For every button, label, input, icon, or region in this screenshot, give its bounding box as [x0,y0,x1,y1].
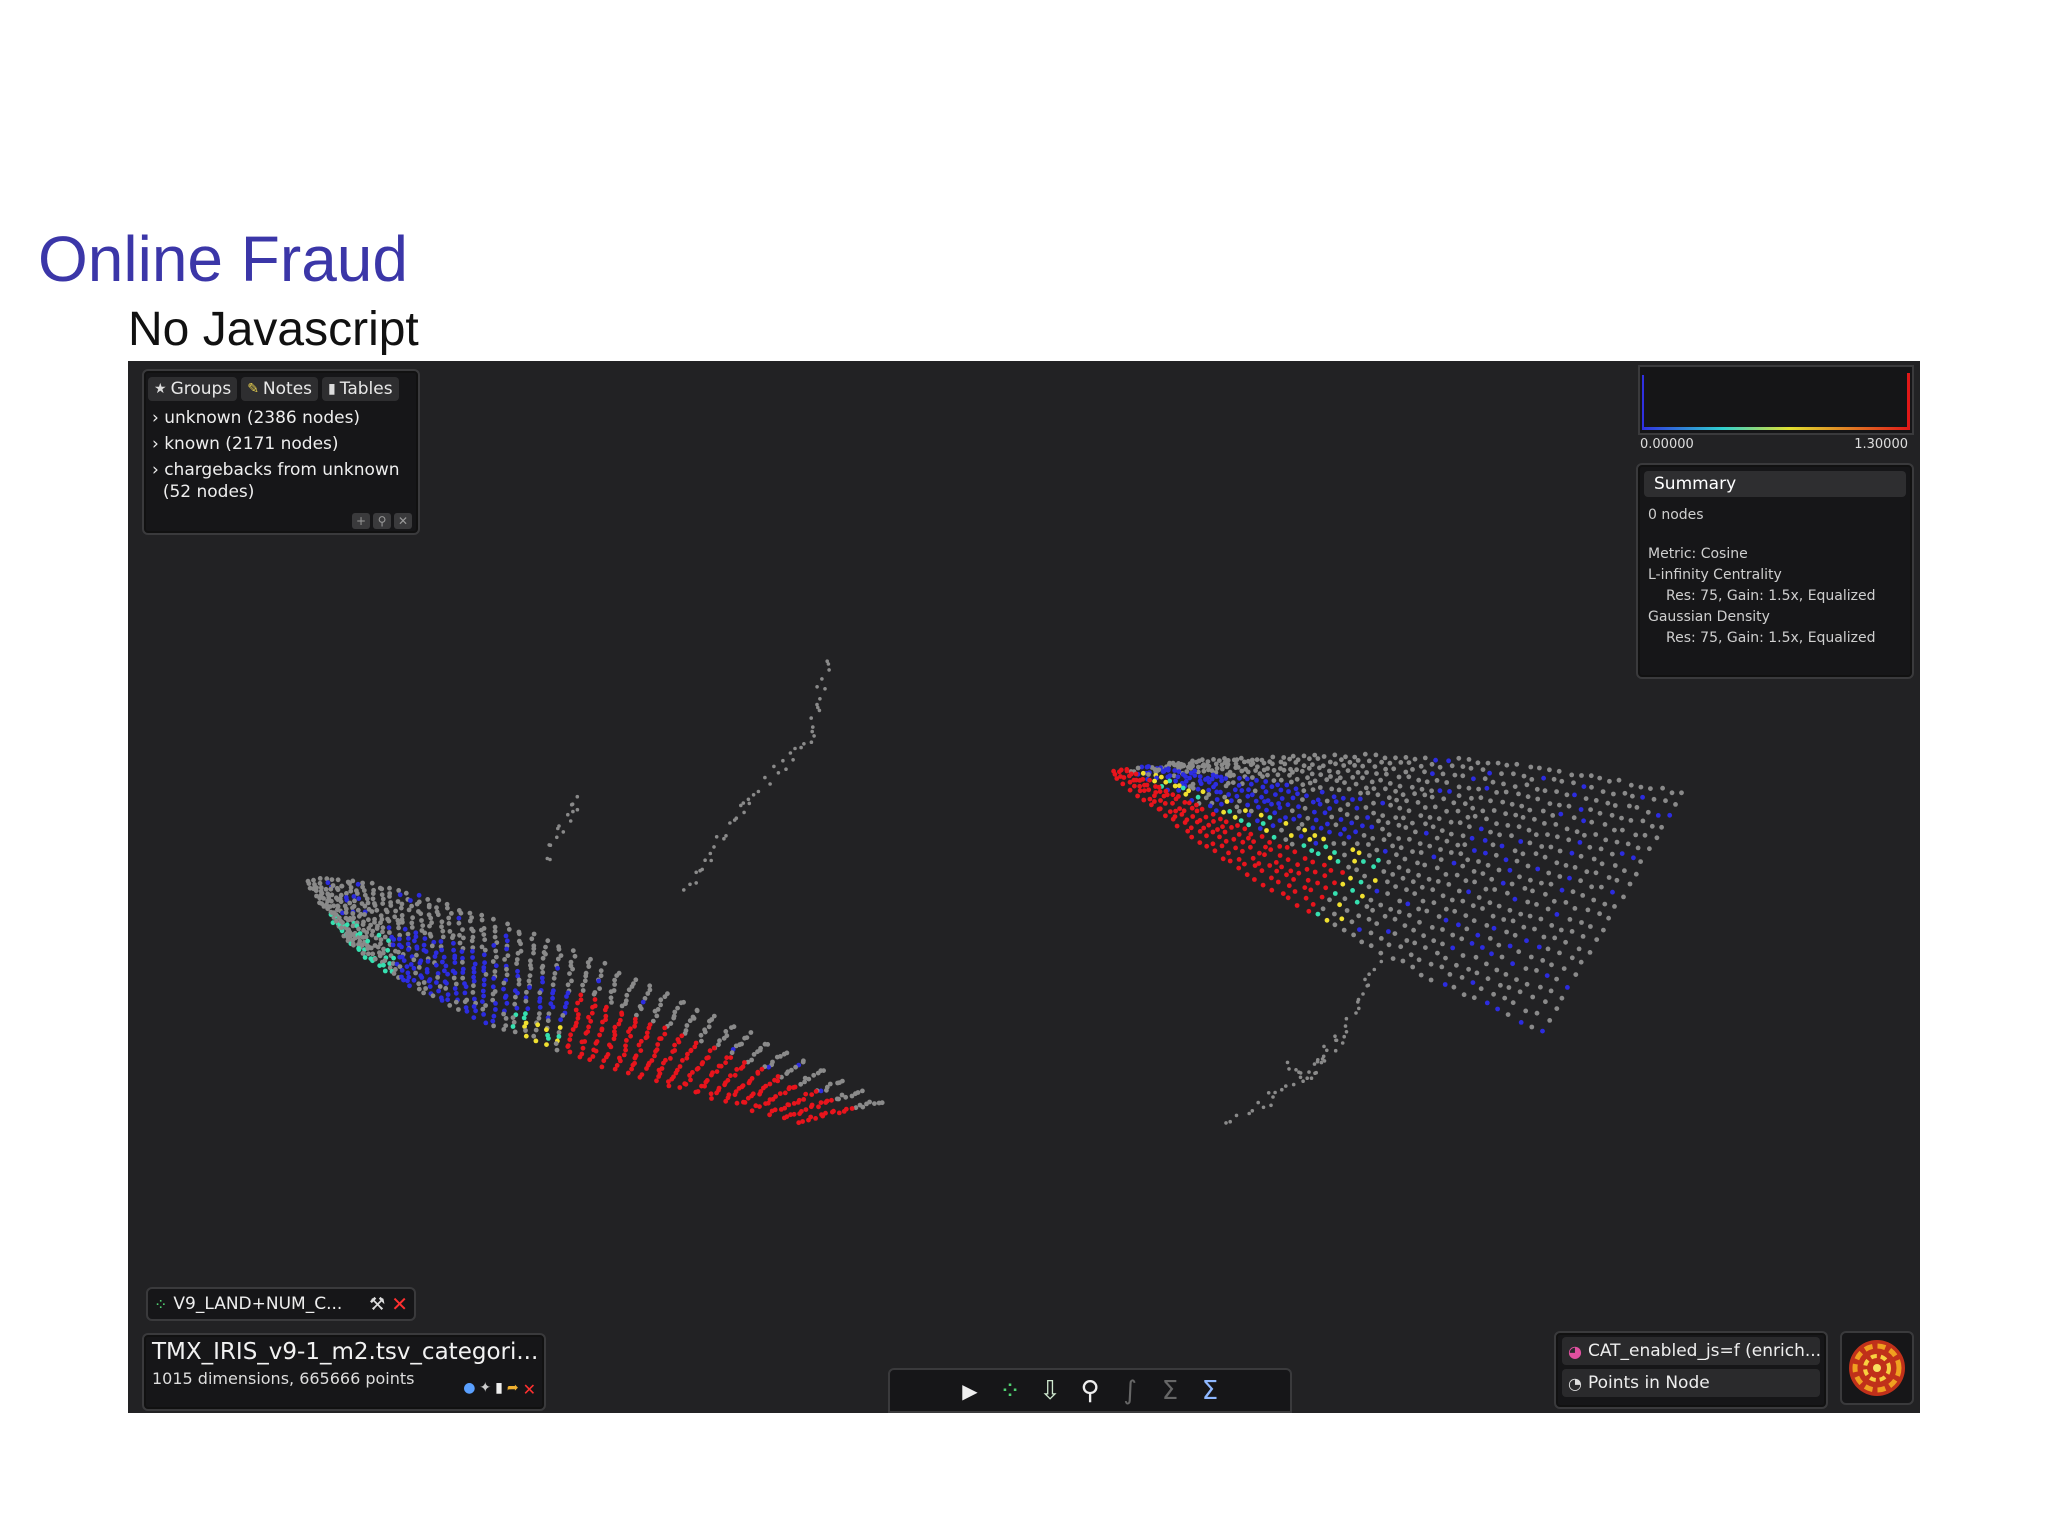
summary-lens-1-params: Res: 75, Gain: 1.5x, Equalized [1666,588,1876,604]
network-icon[interactable]: ⁘ [998,1376,1022,1406]
group-item-chargebacks[interactable]: › chargebacks from unknown (52 nodes) [144,457,418,505]
network-icon: ⁘ [154,1294,168,1314]
star-icon: ★ [154,381,167,397]
close-icon[interactable]: ✕ [523,1380,536,1399]
summary-lens-1: L-infinity Centrality [1648,567,1782,583]
slide-subtitle: No Javascript [128,303,419,356]
tab-groups-label: Groups [170,379,232,399]
dataset-toolbar: ● ✦ ▮ ➦ ✕ [463,1380,536,1399]
info-icon[interactable]: ● [463,1380,475,1399]
document-icon: ▮ [328,381,336,397]
summary-lens-2: Gaussian Density [1648,609,1770,625]
group-item-label: known (2171 nodes) [164,434,339,454]
network-selector[interactable]: ⁘ V9_LAND+NUM_C... ⚒ ✕ [146,1287,416,1321]
group-item-unknown[interactable]: › unknown (2386 nodes) [144,405,418,431]
open-folder-icon[interactable]: ➦ [507,1380,519,1399]
group-item-known[interactable]: › known (2171 nodes) [144,431,418,457]
add-group-button[interactable]: + [352,513,370,529]
close-icon[interactable]: ✕ [391,1292,408,1316]
groups-panel: ★ Groups ✎ Notes ▮ Tables › unknown (238… [142,369,420,535]
points-icon: ◔ [1568,1373,1582,1393]
tab-notes[interactable]: ✎ Notes [241,377,319,401]
tab-tables[interactable]: ▮ Tables [322,377,399,401]
logo-icon [1849,1340,1905,1396]
color-panel: ◕ CAT_enabled_js=f (enrich... ◔ Points i… [1554,1331,1828,1409]
color-variable-selector[interactable]: ◕ CAT_enabled_js=f (enrich... [1562,1337,1820,1365]
search-group-button[interactable]: ⚲ [373,513,391,529]
export-icon[interactable]: ⇩ [1038,1376,1062,1406]
summary-node-count: 0 nodes [1648,507,1704,523]
sigma-compare-icon[interactable]: Σ [1198,1376,1222,1406]
note-icon: ✎ [247,381,259,397]
delete-group-button[interactable]: ✕ [394,513,412,529]
summary-header[interactable]: Summary [1644,471,1906,497]
summary-metric: Metric: Cosine [1648,546,1748,562]
group-item-label: unknown (2386 nodes) [164,408,361,428]
color-variable-label: CAT_enabled_js=f (enrich... [1587,1341,1820,1361]
slide-title: Online Fraud [38,223,408,295]
group-item-label: chargebacks from unknown [164,460,400,480]
tools-icon[interactable]: ⚒ [369,1294,385,1315]
color-wheel-icon: ◕ [1568,1341,1582,1361]
summary-lens-2-params: Res: 75, Gain: 1.5x, Equalized [1666,630,1876,646]
histogram-min: 0.00000 [1640,437,1694,452]
groups-toolbar: + ⚲ ✕ [352,513,412,529]
play-icon[interactable]: ▶ [958,1379,982,1403]
tab-tables-label: Tables [339,379,393,399]
sigma-icon[interactable]: Σ [1158,1376,1182,1406]
app-window: ★ Groups ✎ Notes ▮ Tables › unknown (238… [128,361,1920,1413]
search-icon[interactable]: ⚲ [1078,1376,1102,1406]
color-histogram: 0.00000 1.30000 [1638,365,1914,453]
document-icon[interactable]: ▮ [495,1380,503,1399]
lasso-icon[interactable]: ∫ [1118,1376,1142,1406]
histogram-max: 1.30000 [1854,437,1908,452]
summary-panel: Summary 0 nodes Metric: Cosine L-infinit… [1636,463,1914,679]
app-logo[interactable] [1840,1331,1914,1405]
histogram-plot [1638,365,1914,435]
color-mode-selector[interactable]: ◔ Points in Node [1562,1369,1820,1397]
dataset-panel: TMX_IRIS_v9-1_m2.tsv_categori... 1015 di… [142,1333,546,1411]
tab-groups[interactable]: ★ Groups [148,377,238,401]
network-label: V9_LAND+NUM_C... [173,1294,343,1314]
bottom-toolbar: ▶ ⁘ ⇩ ⚲ ∫ Σ Σ [888,1368,1292,1413]
tab-notes-label: Notes [262,379,313,399]
pin-icon[interactable]: ✦ [479,1380,491,1399]
group-item-count: (52 nodes) [162,482,255,502]
color-mode-label: Points in Node [1587,1373,1710,1393]
groups-tabs: ★ Groups ✎ Notes ▮ Tables [144,371,418,405]
dataset-name[interactable]: TMX_IRIS_v9-1_m2.tsv_categori... [144,1335,544,1365]
